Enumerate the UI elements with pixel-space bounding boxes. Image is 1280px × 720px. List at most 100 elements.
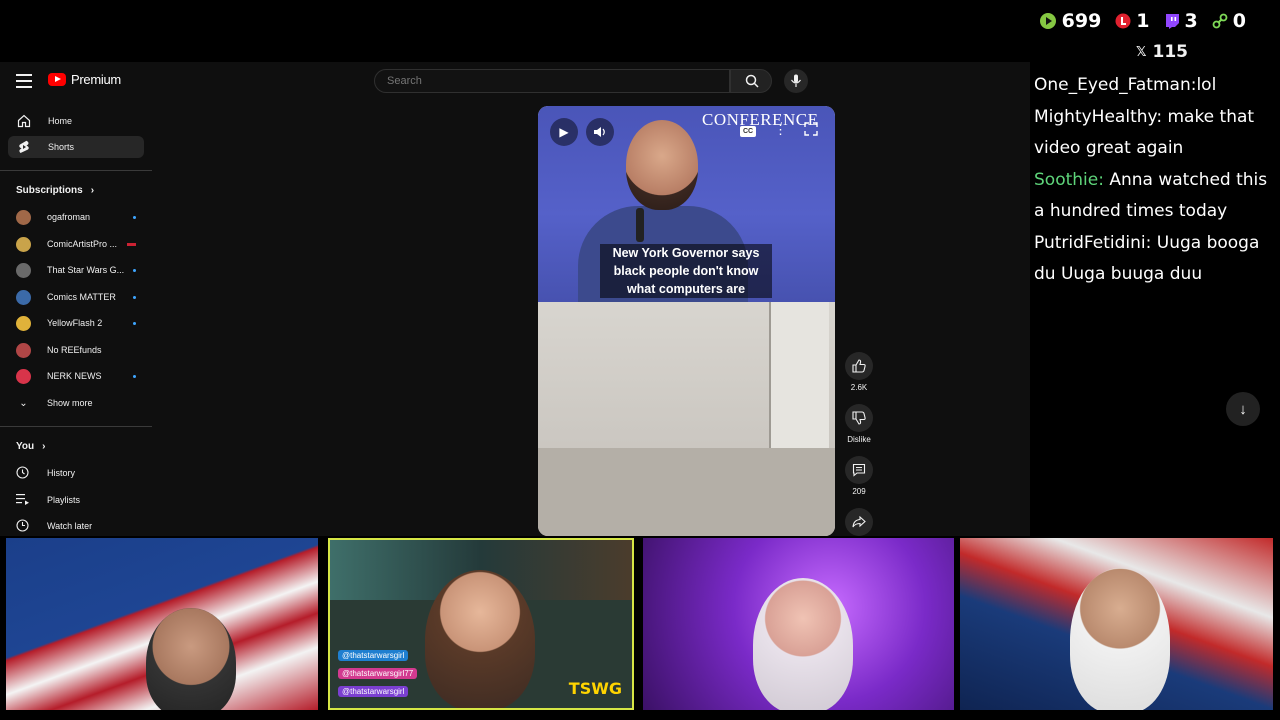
x-icon: 𝕏 <box>1136 44 1147 60</box>
sidebar-item-home[interactable]: Home <box>8 110 144 132</box>
subscription-item[interactable]: That Star Wars G... <box>16 260 136 280</box>
show-more-label: Show more <box>47 398 93 408</box>
chevron-right-icon: › <box>42 441 46 452</box>
sidebar-divider <box>0 170 152 171</box>
captions-button[interactable]: CC <box>740 126 756 137</box>
chat-username: MightyHealthy: <box>1034 106 1163 127</box>
play-button[interactable]: ▶ <box>550 118 578 146</box>
new-content-dot <box>133 268 136 272</box>
avatar <box>16 289 31 305</box>
chat-message: One_Eyed_Fatman:lol <box>1034 70 1274 102</box>
subscription-label: That Star Wars G... <box>47 265 125 275</box>
shorts-player[interactable]: CONFERENCE New York Governor says black … <box>538 106 835 536</box>
subscription-item[interactable]: YellowFlash 2 <box>16 313 136 333</box>
search-input[interactable] <box>374 69 730 93</box>
dislike-button[interactable] <box>845 404 873 432</box>
subscription-item[interactable]: Comics MATTER <box>16 287 136 307</box>
youtube-live-icon <box>1115 13 1131 29</box>
rumble-icon <box>1039 13 1056 29</box>
subscription-item[interactable]: NERK NEWS <box>16 366 136 386</box>
scroll-to-bottom-button[interactable]: ↓ <box>1226 392 1260 426</box>
sidebar-item-playlists[interactable]: Playlists <box>16 490 136 510</box>
host-figure <box>1070 568 1170 710</box>
hamburger-menu-icon[interactable] <box>16 74 32 88</box>
chat-username: One_Eyed_Fatman: <box>1034 75 1197 95</box>
comment-count: 209 <box>852 487 866 496</box>
volume-icon <box>594 127 605 137</box>
youtube-topbar: Premium <box>0 62 1030 100</box>
chat-message: PutridFetidini: Uuga booga du Uuga buuga… <box>1034 228 1274 291</box>
subscription-item[interactable]: No REEfunds <box>16 340 136 360</box>
chat-text: lol <box>1196 75 1217 95</box>
link-count-stat: 0 <box>1212 10 1246 32</box>
volume-button[interactable] <box>586 118 614 146</box>
share-button[interactable] <box>845 508 873 536</box>
sidebar-item-watch-later[interactable]: Watch later <box>16 516 136 536</box>
comments-action: 209 <box>845 456 873 496</box>
speaker-head <box>626 120 698 210</box>
webcam-host-3 <box>643 538 954 710</box>
sidebar-item-shorts[interactable]: Shorts <box>8 136 144 158</box>
stream-stats: 699 1 3 0 <box>1039 10 1246 32</box>
show-more-button[interactable]: ⌄ Show more <box>16 393 136 413</box>
link-icon <box>1212 13 1228 29</box>
new-content-dot <box>133 215 136 219</box>
twitch-viewers: 3 <box>1164 10 1198 32</box>
like-action: 2.6K <box>845 352 873 392</box>
cc-icon: CC <box>742 128 754 135</box>
subscriptions-title: Subscriptions <box>16 185 83 196</box>
chat-username: PutridFetidini: <box>1034 232 1152 253</box>
avatar <box>16 315 31 331</box>
voice-search-button[interactable] <box>784 69 808 93</box>
conference-banner: CONFERENCE <box>702 110 819 129</box>
playlists-label: Playlists <box>47 495 81 505</box>
subscription-item[interactable]: ogafroman <box>16 207 136 227</box>
avatar <box>16 209 31 225</box>
subscriptions-heading[interactable]: Subscriptions › <box>16 185 94 196</box>
youtube-play-icon <box>48 73 66 86</box>
comment-icon <box>852 463 866 477</box>
logo-label: Premium <box>71 72 121 87</box>
like-button[interactable] <box>845 352 873 380</box>
live-indicator-icon <box>127 242 136 246</box>
subscription-label: YellowFlash 2 <box>47 318 103 328</box>
comments-button[interactable] <box>845 456 873 484</box>
like-count: 2.6K <box>850 383 868 392</box>
sidebar-divider <box>0 426 152 427</box>
avatar <box>16 262 31 278</box>
subscription-label: Comics MATTER <box>47 292 116 302</box>
host-figure <box>753 578 853 710</box>
share-action <box>845 508 873 536</box>
webcam-host-1 <box>6 538 318 710</box>
x-viewers: 𝕏 115 <box>1136 42 1188 62</box>
youtube-viewers: 1 <box>1115 10 1150 32</box>
search-button[interactable] <box>730 69 772 93</box>
new-content-dot <box>133 374 136 378</box>
rumble-viewers: 699 <box>1039 10 1102 32</box>
fullscreen-button[interactable] <box>804 122 818 141</box>
subscription-label: ComicArtistPro ... <box>47 239 118 249</box>
youtube-count: 1 <box>1136 10 1150 32</box>
history-icon <box>16 465 31 481</box>
expand-icon <box>804 122 818 136</box>
sidebar: Home Shorts Subscriptions › ogafroman Co… <box>0 106 152 536</box>
avatar <box>16 368 31 384</box>
webcam-host-4 <box>960 538 1273 710</box>
share-icon <box>852 516 866 528</box>
watch-later-icon <box>16 518 31 534</box>
youtube-logo[interactable]: Premium <box>48 72 121 87</box>
subscription-item[interactable]: ComicArtistPro ... <box>16 234 136 254</box>
chat-username: Soothie: <box>1034 169 1104 190</box>
you-title: You <box>16 441 35 452</box>
sidebar-item-history[interactable]: History <box>16 463 136 483</box>
subscription-label: NERK NEWS <box>47 371 102 381</box>
chat-message: Soothie: Anna watched this a hundred tim… <box>1034 165 1274 228</box>
history-label: History <box>47 468 76 478</box>
rumble-count: 699 <box>1061 10 1102 32</box>
more-options-button[interactable]: ⋮ <box>774 122 787 138</box>
you-heading[interactable]: You › <box>16 441 46 452</box>
arrow-down-icon: ↓ <box>1239 400 1247 418</box>
more-vert-icon: ⋮ <box>774 122 787 137</box>
avatar <box>16 342 31 358</box>
mic-icon <box>791 74 801 87</box>
